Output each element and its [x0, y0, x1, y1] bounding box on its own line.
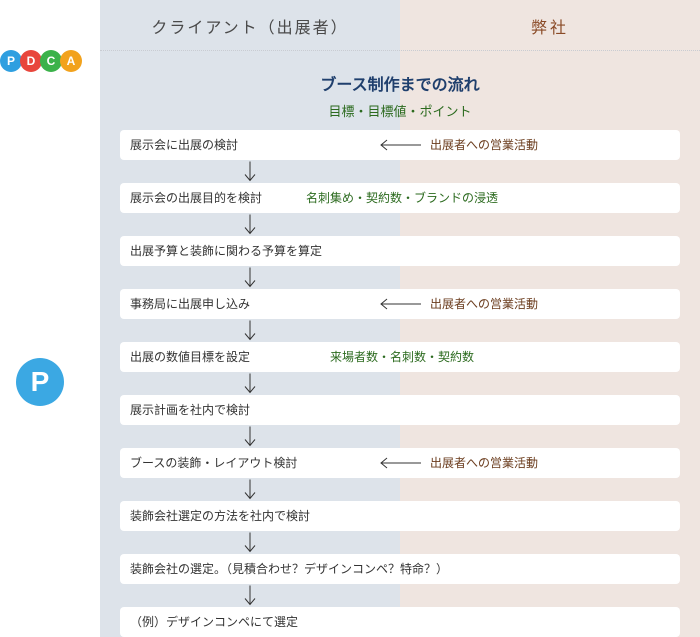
flow-step-activity-note: 出展者への営業活動 — [430, 456, 539, 470]
down-arrow-icon — [244, 267, 256, 288]
pdca-logo: P D C A — [0, 50, 82, 72]
flow-step: 展示会に出展の検討 出展者への営業活動 — [120, 130, 680, 160]
flow-step: （例）デザインコンペにて選定 — [120, 607, 680, 637]
flow-step: 装飾会社の選定。（見積合わせ？デザインコンペ？特命？） — [120, 554, 680, 584]
flow-step: 展示計画を社内で検討 — [120, 395, 680, 425]
flow-step-activity-note: 出展者への営業活動 — [430, 297, 539, 311]
flow-step-goal-note: 名刺集め・契約数・ブランドの浸透 — [306, 191, 499, 205]
flow-step-label: （例）デザインコンペにて選定 — [130, 615, 299, 629]
pdca-letter-p: P — [0, 50, 22, 72]
pdca-letter-c: C — [40, 50, 62, 72]
pdca-letter-d: D — [20, 50, 42, 72]
flow-step-activity-note: 出展者への営業活動 — [430, 138, 539, 152]
flow-title: ブース制作までの流れ — [320, 75, 480, 94]
down-arrow-icon — [244, 161, 256, 182]
flow-step: 展示会の出展目的を検討 名刺集め・契約数・ブランドの浸透 — [120, 183, 680, 213]
down-arrow-icon — [244, 214, 256, 235]
down-arrow-icon — [244, 373, 256, 394]
header-divider — [100, 50, 700, 51]
left-arrow-icon — [380, 457, 421, 469]
flow-step-label: ブースの装飾・レイアウト検討 — [130, 456, 298, 470]
down-arrow-icon — [244, 479, 256, 500]
flow-step: 出展の数値目標を設定 来場者数・名刺数・契約数 — [120, 342, 680, 372]
phase-badge-plan: P — [16, 358, 64, 406]
pdca-letter-a: A — [60, 50, 82, 72]
flow-step: 装飾会社選定の方法を社内で検討 — [120, 501, 680, 531]
flow-step-label: 装飾会社選定の方法を社内で検討 — [130, 509, 311, 523]
company-header: 弊社 — [530, 18, 569, 37]
down-arrow-icon — [244, 426, 256, 447]
client-header: クライアント（出展者） — [151, 18, 349, 37]
flow-step: 出展予算と装飾に関わる予算を算定 — [120, 236, 680, 266]
flow-step-label: 展示計画を社内で検討 — [130, 403, 251, 417]
flow-step-label: 事務局に出展申し込み — [130, 297, 251, 311]
flow-step: ブースの装飾・レイアウト検討 出展者への営業活動 — [120, 448, 680, 478]
flow-subtitle: 目標・目標値・ポイント — [328, 105, 472, 120]
flow-step-goal-note: 来場者数・名刺数・契約数 — [330, 350, 475, 364]
flow-step-label: 展示会の出展目的を検討 — [130, 191, 263, 205]
down-arrow-icon — [244, 585, 256, 606]
down-arrow-icon — [244, 532, 256, 553]
flow-step-label: 展示会に出展の検討 — [130, 138, 239, 152]
down-arrow-icon — [244, 320, 256, 341]
flow-step-label: 出展予算と装飾に関わる予算を算定 — [130, 244, 323, 258]
left-arrow-icon — [380, 139, 421, 151]
left-arrow-icon — [380, 298, 421, 310]
flow-step: 事務局に出展申し込み 出展者への営業活動 — [120, 289, 680, 319]
flow-step-label: 出展の数値目標を設定 — [130, 350, 251, 364]
flow-step-label: 装飾会社の選定。（見積合わせ？デザインコンペ？特命？） — [130, 562, 449, 576]
